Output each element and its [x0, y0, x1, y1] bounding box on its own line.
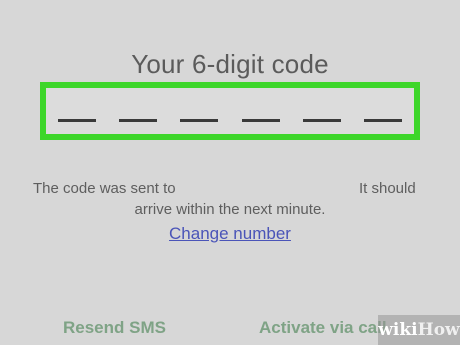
code-slot-3 — [180, 119, 219, 122]
code-slot-1 — [58, 119, 96, 122]
watermark-part1: wiki — [378, 320, 418, 340]
code-slots — [58, 119, 402, 122]
resend-sms-button[interactable]: Resend SMS — [63, 318, 166, 338]
code-slot-6 — [363, 119, 402, 122]
change-number-link[interactable]: Change number — [0, 224, 460, 244]
watermark-part2: How — [417, 320, 460, 340]
verification-screen: Your 6-digit code The code was sent to I… — [0, 0, 460, 345]
page-title: Your 6-digit code — [131, 49, 329, 79]
sent-info-line2: arrive within the next minute. — [134, 201, 326, 218]
wikihow-watermark: wiki How — [378, 315, 460, 345]
code-slot-5 — [302, 119, 341, 122]
code-input-field[interactable] — [40, 82, 420, 140]
code-slot-2 — [119, 119, 158, 122]
sent-info-line1-start: The code was sent to — [33, 180, 176, 197]
code-slot-4 — [241, 119, 280, 122]
sent-info-line1-end: It should — [359, 180, 416, 197]
